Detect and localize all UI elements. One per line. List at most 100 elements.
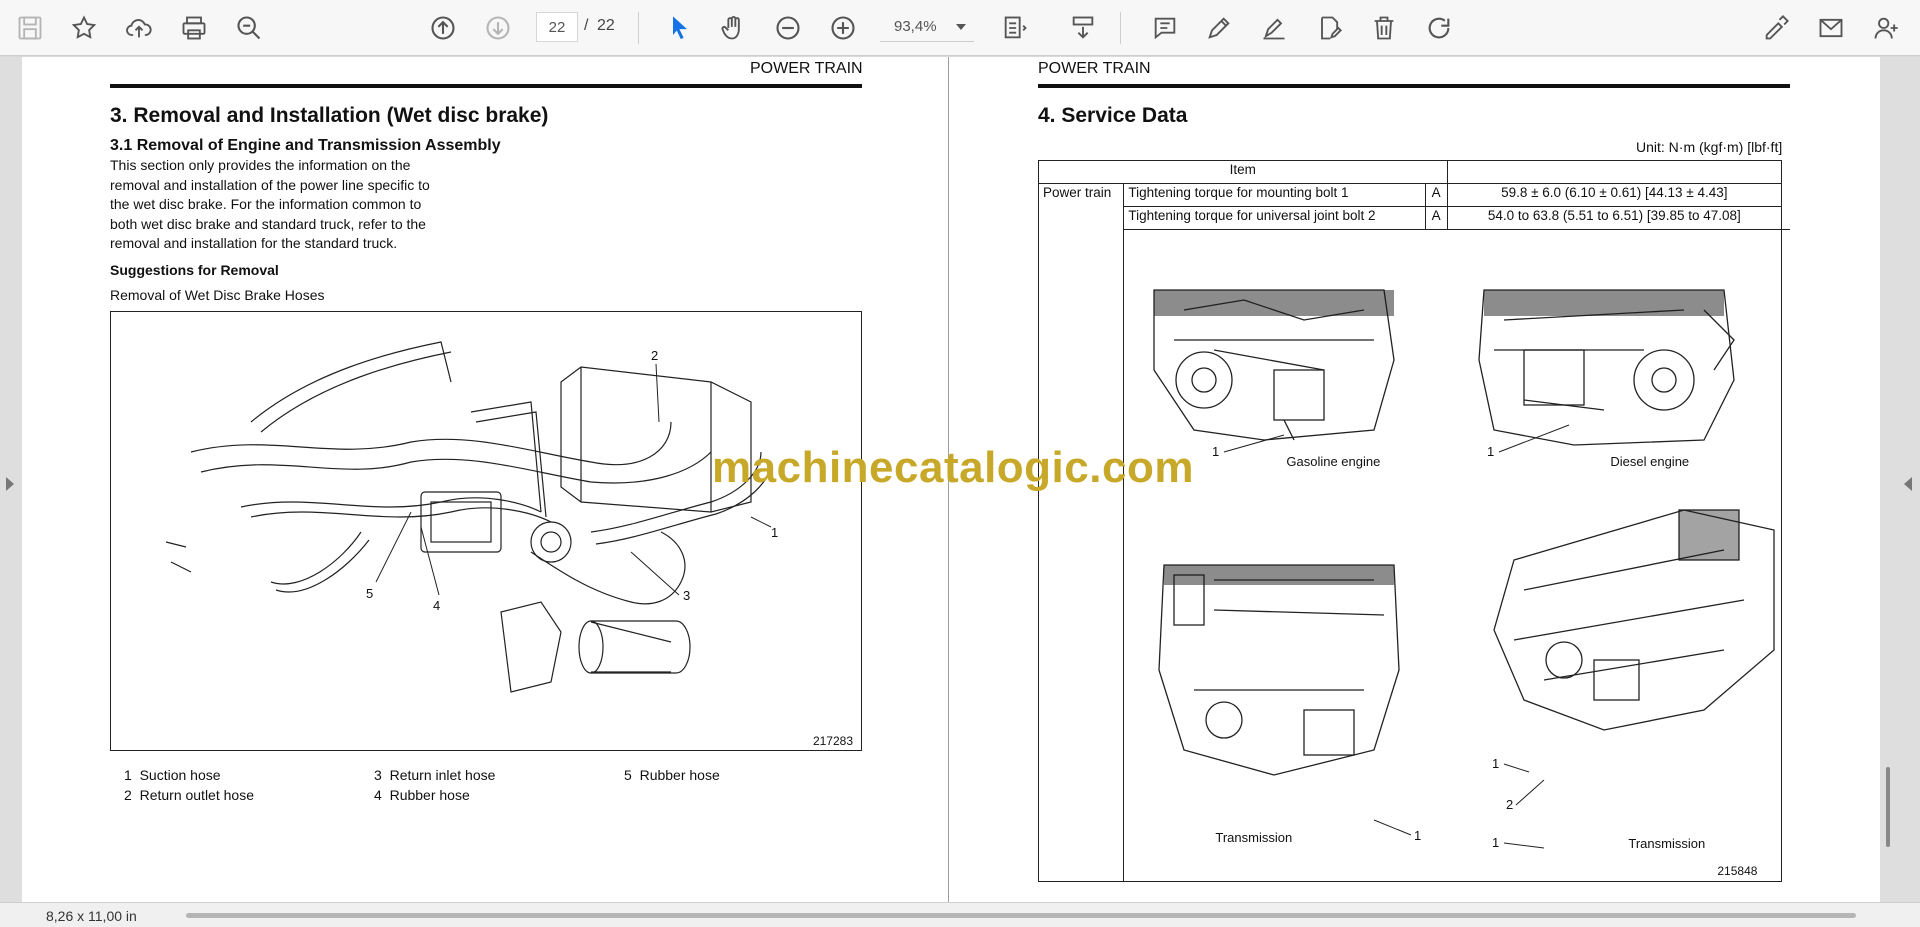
rotate-icon[interactable] — [1419, 8, 1459, 48]
mail-icon[interactable] — [1811, 8, 1851, 48]
collapse-right-panel-icon[interactable] — [1904, 477, 1912, 491]
row-group-label: Power train — [1037, 183, 1125, 882]
comment-icon[interactable] — [1145, 8, 1185, 48]
intro-line: the wet disc brake. For the information … — [110, 196, 422, 212]
unit-note: Unit: N·m (kgf·m) [lbf·ft] — [1636, 139, 1783, 155]
sign-ribbon-icon[interactable] — [1756, 8, 1796, 48]
collapse-left-panel-icon[interactable] — [6, 477, 14, 491]
divider — [1120, 12, 1121, 44]
running-head-right: POWER TRAIN — [1038, 60, 1151, 77]
toolbar: 22 / 22 93,4% — [0, 0, 1920, 56]
cloud-upload-icon[interactable] — [119, 8, 159, 48]
zoom-out-icon[interactable] — [768, 8, 808, 48]
subsection-title: 3.1 Removal of Engine and Transmission A… — [110, 137, 501, 154]
hose-diagram-drawing: 1 2 3 4 5 — [165, 341, 778, 693]
row-code: A — [1424, 183, 1448, 207]
legend-label: Suction hose — [139, 767, 221, 783]
table-row: Tightening torque for universal joint bo… — [1039, 206, 1791, 230]
zoom-value: 93,4% — [894, 18, 937, 35]
delete-icon[interactable] — [1364, 8, 1404, 48]
status-bar: 8,26 x 11,00 in — [0, 902, 1920, 927]
header-rule — [110, 84, 862, 88]
callout-1: 1 — [771, 525, 778, 540]
zoom-in-icon[interactable] — [823, 8, 863, 48]
legend-label: Return outlet hose — [139, 787, 254, 803]
section-title-right: 4. Service Data — [1038, 104, 1188, 127]
gasoline-engine-label: Gasoline engine — [1286, 454, 1381, 469]
edit-pdf-icon[interactable] — [1309, 8, 1349, 48]
figure-number-right: 215848 — [1717, 864, 1758, 878]
save-icon[interactable] — [10, 8, 50, 48]
photo-callout-2: 2 — [1506, 797, 1513, 812]
pencil-icon[interactable] — [1199, 8, 1239, 48]
legend-item: 5 Rubber hose — [624, 767, 720, 783]
watermark-text: machinecatalogic.com — [712, 443, 1194, 492]
row-code: A — [1424, 206, 1448, 230]
transmission-right-label: Transmission — [1628, 836, 1706, 851]
callout-5: 5 — [366, 586, 373, 601]
legend-num: 5 — [624, 767, 632, 783]
star-icon[interactable] — [64, 8, 104, 48]
row-value: 54.0 to 63.8 (5.51 to 6.51) [39.85 to 47… — [1446, 206, 1783, 230]
hand-icon[interactable] — [713, 8, 753, 48]
page-spread: POWER TRAIN 3. Removal and Installation … — [22, 57, 1880, 902]
transmission-left-label: Transmission — [1215, 830, 1293, 845]
intro-line: This section only provides the informati… — [110, 157, 411, 173]
diesel-engine-label: Diesel engine — [1610, 454, 1690, 469]
legend-label: Return inlet hose — [389, 767, 496, 783]
callout-4: 4 — [433, 598, 440, 613]
intro-line: both wet disc brake and standard truck, … — [110, 215, 426, 232]
print-icon[interactable] — [174, 8, 214, 48]
intro-line: removal and installation of the power li… — [110, 176, 430, 193]
arrow-up-circle-icon[interactable] — [423, 8, 463, 48]
photo-callout-1: 1 — [1492, 835, 1499, 850]
page-size-readout: 8,26 x 11,00 in — [46, 908, 137, 924]
zoom-out-search-icon[interactable] — [229, 8, 269, 48]
table-header-item: Item — [1038, 160, 1448, 184]
service-data-table: Item Power train Tightening torque for m… — [1037, 160, 1791, 882]
legend-label: Rubber hose — [389, 787, 470, 803]
scroll-mode-icon[interactable] — [1063, 8, 1103, 48]
figure-caption: Removal of Wet Disc Brake Hoses — [110, 287, 325, 303]
callout-2: 2 — [651, 348, 658, 363]
legend-num: 3 — [374, 767, 382, 783]
photo-callout-1: 1 — [1487, 444, 1494, 459]
horizontal-scrollbar[interactable] — [186, 913, 1856, 918]
legend-num: 2 — [124, 787, 132, 803]
zoom-select[interactable]: 93,4% — [880, 12, 974, 42]
arrow-down-circle-icon[interactable] — [478, 8, 518, 48]
page-separator: / — [584, 17, 589, 34]
select-arrow-icon[interactable] — [660, 8, 700, 48]
legend-num: 4 — [374, 787, 382, 803]
hose-diagram: 1 2 3 4 5 217283 — [110, 311, 862, 751]
section-title: 3. Removal and Installation (Wet disc br… — [110, 104, 549, 127]
intro-line: removal and installation for the standar… — [110, 235, 398, 251]
suggestions-heading: Suggestions for Removal — [110, 262, 279, 278]
intro-paragraph: This section only provides the informati… — [110, 156, 466, 254]
running-head-left: POWER TRAIN — [750, 60, 863, 77]
photo-callout-1: 1 — [1212, 444, 1219, 459]
divider — [638, 12, 639, 44]
callout-3: 3 — [683, 588, 690, 603]
page-number-input[interactable]: 22 — [536, 12, 578, 42]
photo-callout-1: 1 — [1414, 828, 1421, 843]
row-value: 59.8 ± 6.0 (6.10 ± 0.61) [44.13 ± 4.43] — [1446, 183, 1783, 207]
vertical-scrollbar[interactable] — [1886, 767, 1890, 847]
engine-figures-drawing: 1 1 1 1 2 1 — [1153, 289, 1776, 850]
legend-label: Rubber hose — [639, 767, 720, 783]
row-item: Tightening torque for mounting bolt 1 — [1123, 183, 1426, 207]
legend-item: 1 Suction hose — [124, 767, 221, 783]
sign-icon[interactable] — [1254, 8, 1294, 48]
document-viewer[interactable]: POWER TRAIN 3. Removal and Installation … — [0, 57, 1920, 902]
engine-figures-cell: 1 1 1 1 2 1 Gasoline engine Diesel engin… — [1123, 229, 1782, 882]
legend-item: 2 Return outlet hose — [124, 787, 254, 803]
header-rule — [1038, 84, 1790, 88]
legend-num: 1 — [124, 767, 132, 783]
table-row: Power train Tightening torque for mounti… — [1037, 183, 1791, 882]
page-fit-icon[interactable] — [995, 8, 1035, 48]
chevron-down-icon — [956, 24, 966, 30]
legend-item: 3 Return inlet hose — [374, 767, 495, 783]
row-item: Tightening torque for universal joint bo… — [1123, 206, 1426, 230]
table-header-value — [1446, 160, 1783, 184]
add-user-icon[interactable] — [1866, 8, 1906, 48]
